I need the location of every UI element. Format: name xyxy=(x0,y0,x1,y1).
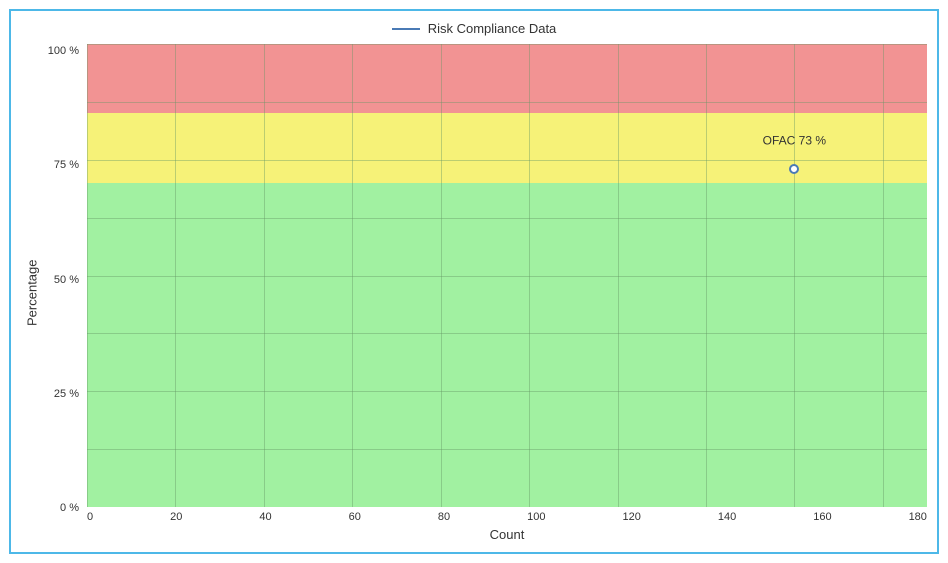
chart-legend: Risk Compliance Data xyxy=(21,21,927,36)
x-tick-80: 80 xyxy=(438,511,450,523)
x-tick-180: 180 xyxy=(909,511,927,523)
x-tick-160: 160 xyxy=(813,511,831,523)
data-point-label: OFAC 73 % xyxy=(763,134,826,148)
x-tick-40: 40 xyxy=(259,511,271,523)
chart-container: Risk Compliance Data Percentage 100 % 75… xyxy=(9,9,939,554)
x-axis-ticks: 0 20 40 60 80 100 120 140 160 180 xyxy=(87,507,927,523)
x-tick-140: 140 xyxy=(718,511,736,523)
y-tick-100: 100 % xyxy=(48,46,79,57)
y-tick-25: 25 % xyxy=(54,389,79,400)
x-tick-0: 0 xyxy=(87,511,93,523)
plot-area: OFAC 73 % xyxy=(87,44,927,507)
plot-area-wrapper: OFAC 73 % 0 20 40 60 80 100 120 140 160 … xyxy=(87,44,927,542)
y-axis-ticks: 100 % 75 % 50 % 25 % 0 % xyxy=(45,44,87,542)
x-tick-120: 120 xyxy=(622,511,640,523)
band-yellow xyxy=(87,113,927,182)
x-tick-60: 60 xyxy=(349,511,361,523)
chart-body: Percentage 100 % 75 % 50 % 25 % 0 % OFAC… xyxy=(21,44,927,542)
x-tick-100: 100 xyxy=(527,511,545,523)
x-axis-label: Count xyxy=(87,527,927,542)
y-tick-50: 50 % xyxy=(54,275,79,286)
x-tick-20: 20 xyxy=(170,511,182,523)
legend-line-icon xyxy=(392,28,420,30)
data-point xyxy=(789,164,799,174)
legend-label: Risk Compliance Data xyxy=(428,21,557,36)
y-axis-label: Percentage xyxy=(21,44,43,542)
y-tick-75: 75 % xyxy=(54,160,79,171)
band-red xyxy=(87,44,927,113)
band-green xyxy=(87,183,927,507)
y-tick-0: 0 % xyxy=(60,503,79,514)
